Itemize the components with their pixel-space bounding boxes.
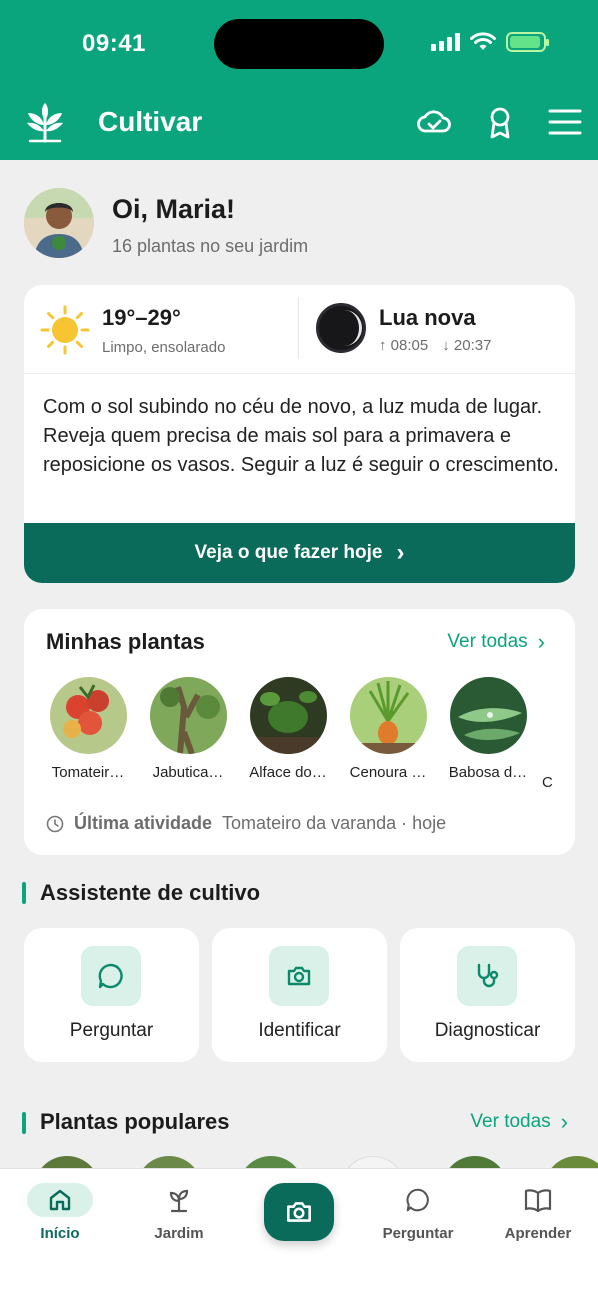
section-title: Assistente de cultivo (40, 880, 261, 905)
chat-icon (368, 1183, 468, 1217)
plant-photo (449, 677, 527, 754)
chevron-right-icon: › (396, 539, 405, 566)
nav-label: Aprender (504, 1225, 572, 1242)
camera-icon (269, 946, 329, 1006)
cta-label: Veja o que fazer hoje (194, 542, 383, 563)
weather-card: 19°–29° Limpo, ensolarado Lua nova ↑ 08:… (24, 285, 575, 583)
nav-ask[interactable]: Perguntar (368, 1183, 468, 1242)
tool-label: Diagnosticar (434, 1020, 541, 1041)
weather-desc: Limpo, ensolarado (102, 339, 226, 356)
dynamic-island (214, 19, 384, 69)
plant-name-partial: C (542, 774, 553, 791)
moon-times: ↑ 08:05 ↓ 20:37 (379, 337, 491, 354)
award-icon[interactable] (482, 104, 518, 140)
nav-garden[interactable]: Jardim (129, 1183, 229, 1242)
divider (24, 373, 575, 374)
section-accent (22, 882, 26, 904)
avatar[interactable] (24, 188, 94, 258)
nav-label: Perguntar (382, 1225, 454, 1242)
status-time: 09:41 (82, 30, 146, 57)
plant-photo (49, 677, 127, 754)
last-activity: Última atividade Tomateiro da varanda · … (46, 813, 446, 834)
plant-item-partial[interactable]: C (542, 677, 572, 791)
weather-temp: 19°–29° (102, 305, 181, 330)
battery-icon (506, 32, 549, 52)
nav-learn[interactable]: Aprender (488, 1183, 588, 1242)
nav-home[interactable]: Início (10, 1183, 110, 1242)
plant-name: Alface do… (249, 764, 327, 781)
section-title: Minhas plantas (46, 629, 205, 654)
plant-photo (249, 677, 327, 754)
moonset-time: ↓ 20:37 (442, 337, 492, 354)
chevron-right-icon: › (560, 1109, 568, 1134)
app-header: 09:41 Cultivar (0, 0, 598, 160)
menu-icon[interactable] (547, 104, 583, 140)
home-icon (27, 1183, 93, 1217)
plant-name: Babosa d… (448, 764, 528, 781)
today-tasks-button[interactable]: Veja o que fazer hoje › (24, 523, 575, 583)
moon-icon (316, 303, 366, 353)
activity-value: Tomateiro da varanda · hoje (222, 813, 447, 833)
plant-name: Cenoura … (349, 764, 427, 781)
camera-icon (287, 1202, 311, 1222)
identify-tool-button[interactable]: Identificar (212, 928, 387, 1062)
cloud-sync-icon[interactable] (416, 104, 452, 140)
camera-button[interactable] (264, 1183, 334, 1241)
status-icons (431, 32, 549, 52)
nav-label: Jardim (154, 1225, 204, 1242)
wifi-icon (470, 32, 496, 50)
see-all-popular-link[interactable]: Ver todas › (470, 1111, 568, 1133)
weather-tip: Com o sol subindo no céu de novo, a luz … (43, 396, 559, 476)
chevron-right-icon: › (537, 629, 545, 654)
nav-label: Início (40, 1225, 80, 1242)
ask-tool-button[interactable]: Perguntar (24, 928, 199, 1062)
book-icon (488, 1183, 588, 1217)
activity-label: Última atividade (74, 813, 213, 833)
plant-item[interactable]: Cenoura … (342, 677, 434, 781)
plant-photo (349, 677, 427, 754)
plant-item[interactable]: Tomateir… (42, 677, 134, 781)
tool-label: Identificar (258, 1020, 341, 1041)
plant-photo (149, 677, 227, 754)
clock-icon (46, 815, 64, 832)
sun-icon (40, 305, 90, 355)
section-accent (22, 1112, 26, 1134)
bottom-navigation: Início Jardim Perguntar Aprender (0, 1168, 598, 1300)
my-plants-card: Minhas plantas Ver todas › Tomateir… Jab… (24, 609, 575, 855)
app-title: Cultivar (98, 106, 203, 137)
stethoscope-icon (457, 946, 517, 1006)
logo-icon (27, 103, 63, 143)
plant-item[interactable]: Babosa d… (442, 677, 534, 781)
plant-name: Jabutica… (152, 764, 224, 781)
moon-phase: Lua nova (379, 305, 476, 330)
plant-item[interactable]: Alface do… (242, 677, 334, 781)
greeting-subtitle: 16 plantas no seu jardim (112, 236, 309, 256)
sprout-icon (129, 1183, 229, 1217)
plant-name: Tomateir… (51, 764, 125, 781)
greeting-title: Oi, Maria! (112, 194, 236, 224)
tool-label: Perguntar (69, 1020, 154, 1041)
signal-icon (431, 33, 460, 51)
diagnose-tool-button[interactable]: Diagnosticar (400, 928, 575, 1062)
see-all-plants-link[interactable]: Ver todas › (447, 631, 545, 653)
chat-icon (81, 946, 141, 1006)
moonrise-time: ↑ 08:05 (379, 337, 429, 354)
divider (298, 297, 299, 359)
section-title: Plantas populares (40, 1109, 230, 1134)
see-all-label: Ver todas (447, 631, 528, 652)
plant-item[interactable]: Jabutica… (142, 677, 234, 781)
see-all-label: Ver todas (470, 1111, 551, 1132)
